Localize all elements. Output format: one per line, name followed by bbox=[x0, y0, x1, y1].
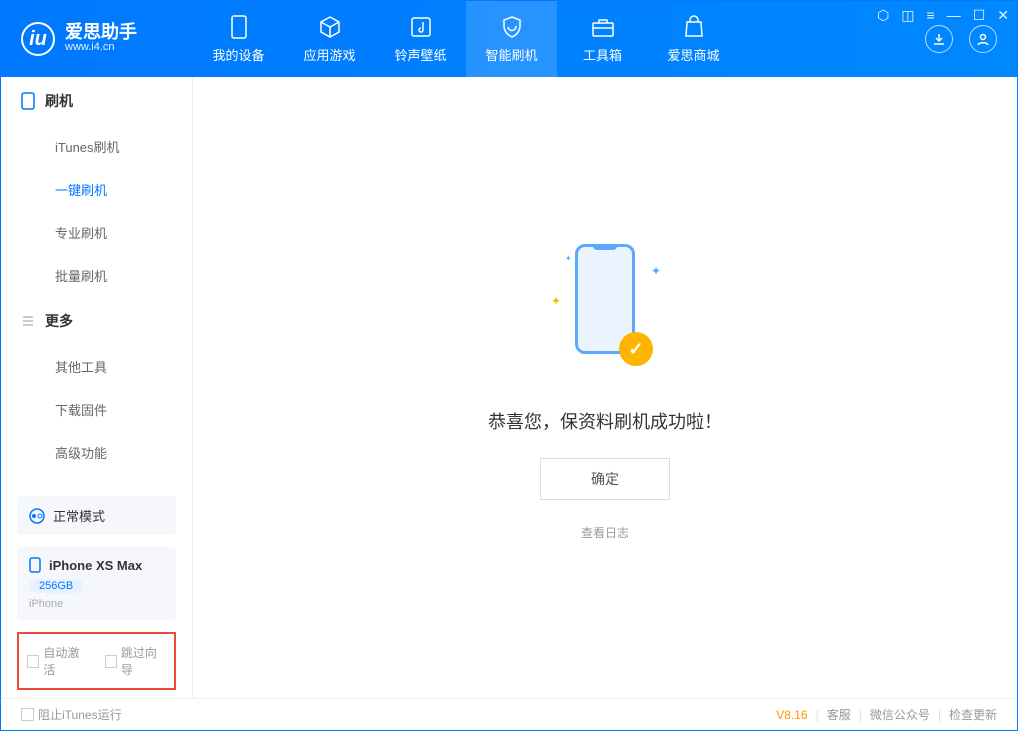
app-name: 爱思助手 bbox=[65, 23, 137, 41]
sidebar-item-oneclick-flash[interactable]: 一键刷机 bbox=[1, 168, 192, 211]
cube-icon bbox=[318, 15, 342, 39]
lock-icon[interactable]: ◫ bbox=[901, 7, 914, 24]
success-message: 恭喜您，保资料刷机成功啦！ bbox=[488, 408, 722, 434]
minimize-button[interactable]: — bbox=[947, 7, 961, 24]
footer-link-wechat[interactable]: 微信公众号 bbox=[870, 706, 930, 723]
download-button[interactable] bbox=[925, 25, 953, 53]
device-name-text: iPhone XS Max bbox=[49, 558, 142, 573]
tshirt-icon[interactable]: ⬡ bbox=[877, 7, 889, 24]
logo-area: iu 爱思助手 www.i4.cn bbox=[1, 22, 193, 56]
app-url: www.i4.cn bbox=[65, 41, 137, 54]
device-box[interactable]: iPhone XS Max 256GB iPhone bbox=[17, 547, 176, 620]
user-button[interactable] bbox=[969, 25, 997, 53]
footer-link-support[interactable]: 客服 bbox=[827, 706, 851, 723]
mode-icon bbox=[29, 508, 45, 524]
tab-toolbox[interactable]: 工具箱 bbox=[557, 1, 648, 77]
sidebar-item-pro-flash[interactable]: 专业刷机 bbox=[1, 211, 192, 254]
window-controls: ⬡ ◫ ≡ — ☐ ✕ bbox=[877, 7, 1009, 24]
footer: 阻止iTunes运行 V8.16 | 客服 | 微信公众号 | 检查更新 bbox=[1, 698, 1017, 730]
sidebar-item-batch-flash[interactable]: 批量刷机 bbox=[1, 254, 192, 297]
checkbox-auto-activate[interactable]: 自动激活 bbox=[27, 644, 89, 678]
main-tabs: 我的设备 应用游戏 铃声壁纸 智能刷机 工具箱 爱思商城 bbox=[193, 1, 739, 77]
sidebar-item-download-firmware[interactable]: 下载固件 bbox=[1, 388, 192, 431]
maximize-button[interactable]: ☐ bbox=[973, 7, 986, 24]
body: 刷机 iTunes刷机 一键刷机 专业刷机 批量刷机 更多 其他工具 下载固件 … bbox=[1, 77, 1017, 698]
tab-apps-games[interactable]: 应用游戏 bbox=[284, 1, 375, 77]
version-text: V8.16 bbox=[776, 708, 807, 722]
main-content: ✦ ✦ ✦ ✓ 恭喜您，保资料刷机成功啦！ 确定 查看日志 bbox=[193, 77, 1017, 698]
checkbox-row: 自动激活 跳过向导 bbox=[17, 632, 176, 690]
footer-link-update[interactable]: 检查更新 bbox=[949, 706, 997, 723]
device-icon bbox=[21, 92, 35, 110]
tab-ringtones[interactable]: 铃声壁纸 bbox=[375, 1, 466, 77]
success-illustration: ✦ ✦ ✦ ✓ bbox=[545, 234, 665, 384]
list-icon bbox=[21, 314, 35, 328]
menu-icon[interactable]: ≡ bbox=[927, 7, 935, 24]
header-right bbox=[925, 25, 997, 53]
ok-button[interactable]: 确定 bbox=[540, 458, 670, 500]
toolbox-icon bbox=[591, 15, 615, 39]
mode-label: 正常模式 bbox=[53, 506, 105, 525]
sidebar-item-itunes-flash[interactable]: iTunes刷机 bbox=[1, 125, 192, 168]
logo-icon: iu bbox=[21, 22, 55, 56]
header: iu 爱思助手 www.i4.cn 我的设备 应用游戏 铃声壁纸 智能刷机 工具… bbox=[1, 1, 1017, 77]
close-button[interactable]: ✕ bbox=[997, 7, 1009, 24]
tab-store[interactable]: 爱思商城 bbox=[648, 1, 739, 77]
checkbox-skip-guide[interactable]: 跳过向导 bbox=[105, 644, 167, 678]
device-type: iPhone bbox=[29, 598, 164, 610]
view-log-link[interactable]: 查看日志 bbox=[581, 524, 629, 541]
tab-smart-flash[interactable]: 智能刷机 bbox=[466, 1, 557, 77]
phone-small-icon bbox=[29, 557, 41, 573]
music-icon bbox=[409, 15, 433, 39]
mode-box[interactable]: 正常模式 bbox=[17, 496, 176, 535]
sidebar: 刷机 iTunes刷机 一键刷机 专业刷机 批量刷机 更多 其他工具 下载固件 … bbox=[1, 77, 193, 698]
checkbox-block-itunes[interactable]: 阻止iTunes运行 bbox=[21, 706, 122, 723]
sidebar-item-advanced[interactable]: 高级功能 bbox=[1, 431, 192, 474]
device-storage: 256GB bbox=[29, 579, 83, 593]
shield-refresh-icon bbox=[500, 15, 524, 39]
bag-icon bbox=[682, 15, 706, 39]
phone-icon bbox=[227, 15, 251, 39]
sidebar-group-flash: 刷机 bbox=[1, 77, 192, 125]
sidebar-item-other-tools[interactable]: 其他工具 bbox=[1, 345, 192, 388]
check-icon: ✓ bbox=[619, 332, 653, 366]
sidebar-group-more: 更多 bbox=[1, 297, 192, 345]
tab-my-device[interactable]: 我的设备 bbox=[193, 1, 284, 77]
